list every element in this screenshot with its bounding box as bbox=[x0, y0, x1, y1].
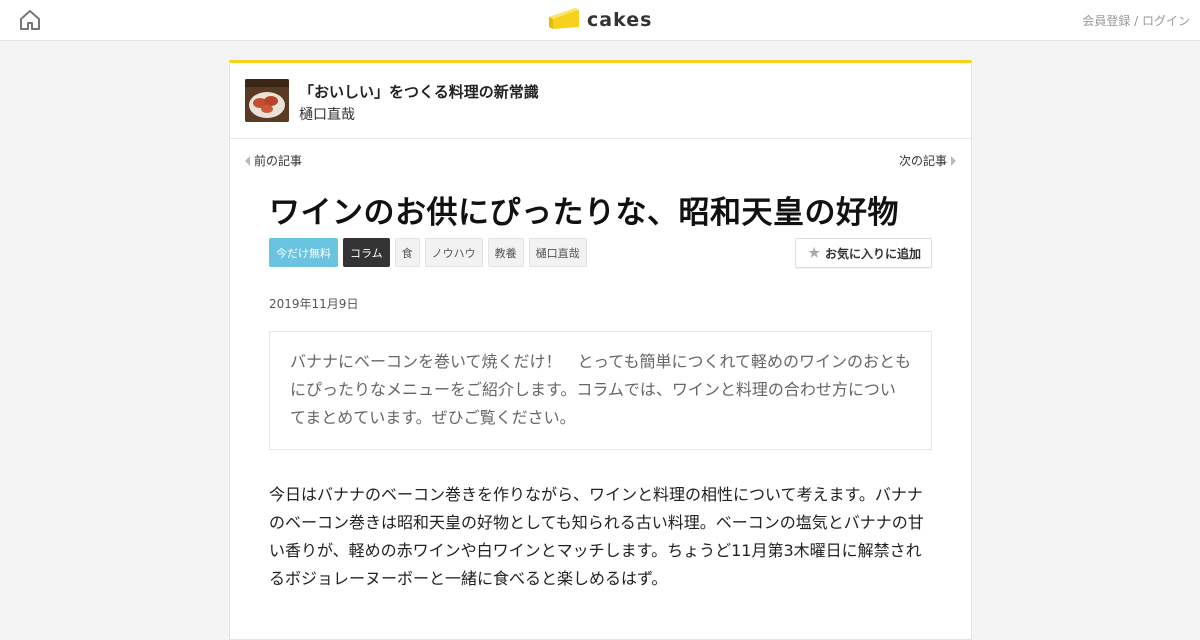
site-header: cakes 会員登録 / ログイン bbox=[0, 0, 1200, 41]
add-favorite-button[interactable]: ★ お気に入りに追加 bbox=[795, 238, 932, 268]
article-body: 今日はバナナのベーコン巻きを作りながら、ワインと料理の相性について考えます。バナ… bbox=[269, 485, 924, 588]
tag-free[interactable]: 今だけ無料 bbox=[269, 238, 338, 267]
chevron-left-icon bbox=[245, 155, 250, 166]
tag-food[interactable]: 食 bbox=[394, 238, 420, 267]
cheese-cake-icon bbox=[547, 5, 581, 35]
article-card: 「おいしい」をつくる料理の新常識 樋口直哉 前の記事 次の記事 ワインのお供にぴ… bbox=[229, 60, 972, 640]
star-icon: ★ bbox=[808, 245, 820, 260]
next-article-link[interactable]: 次の記事 bbox=[899, 152, 956, 169]
tag-author[interactable]: 樋口直哉 bbox=[528, 238, 587, 267]
tag-knowhow[interactable]: ノウハウ bbox=[424, 238, 483, 267]
chevron-right-icon bbox=[951, 155, 956, 166]
prev-article-link[interactable]: 前の記事 bbox=[245, 152, 302, 169]
series-thumbnail bbox=[245, 79, 289, 122]
tag-culture[interactable]: 教養 bbox=[487, 238, 524, 267]
article-lead: バナナにベーコンを巻いて焼くだけ！ とっても簡単につくれて軽めのワインのおともに… bbox=[269, 331, 932, 450]
home-icon[interactable] bbox=[18, 8, 42, 32]
next-article-label: 次の記事 bbox=[898, 154, 947, 168]
logo-text: cakes bbox=[587, 9, 653, 31]
publish-date: 2019年11月9日 bbox=[269, 297, 359, 311]
add-favorite-label: お気に入りに追加 bbox=[824, 246, 921, 261]
tag-column[interactable]: コラム bbox=[343, 238, 390, 267]
series-author: 樋口直哉 bbox=[299, 107, 355, 123]
article-title: ワインのお供にぴったりな、昭和天皇の好物 bbox=[269, 195, 899, 231]
site-logo[interactable]: cakes bbox=[547, 5, 652, 35]
prev-article-label: 前の記事 bbox=[254, 154, 303, 168]
series-title: 「おいしい」をつくる料理の新常識 bbox=[299, 83, 539, 101]
tag-list: 今だけ無料 コラム 食 ノウハウ 教養 樋口直哉 bbox=[269, 238, 587, 267]
series-header[interactable]: 「おいしい」をつくる料理の新常識 樋口直哉 bbox=[230, 63, 971, 139]
member-login-link[interactable]: 会員登録 / ログイン bbox=[1082, 12, 1190, 29]
